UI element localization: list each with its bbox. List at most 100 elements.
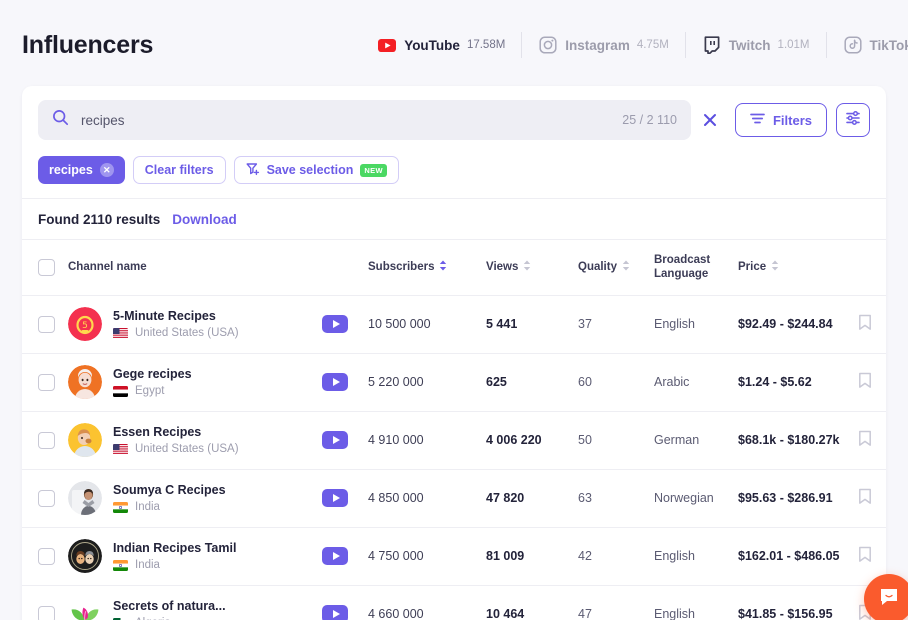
bookmark-icon[interactable]: [858, 488, 886, 508]
column-header-bookmark: [858, 240, 886, 296]
bookmark-cell: [858, 353, 886, 411]
price-cell: $41.85 - $156.95: [738, 585, 858, 620]
table-row[interactable]: Indian Recipes Tamil India 4 750 000 81 …: [22, 527, 886, 585]
bookmark-icon[interactable]: [858, 314, 886, 334]
quality-cell: 47: [578, 585, 654, 620]
svg-text:5: 5: [82, 321, 88, 331]
chat-widget-button[interactable]: [864, 574, 908, 620]
settings-sliders-icon: [845, 110, 861, 131]
column-header-quality[interactable]: Quality: [578, 240, 654, 296]
filters-button[interactable]: Filters: [735, 103, 827, 137]
views-value: 625: [486, 375, 507, 389]
clear-search-button[interactable]: [691, 100, 729, 140]
language-value: English: [654, 549, 695, 563]
tiktok-icon: [843, 35, 863, 55]
subscribers-cell: 5 220 000: [368, 353, 486, 411]
table-row[interactable]: 5 5-Minute Recipes United States (USA): [22, 295, 886, 353]
search-input[interactable]: [81, 113, 610, 128]
channel-name[interactable]: Indian Recipes Tamil: [113, 541, 236, 555]
youtube-play-icon[interactable]: [322, 605, 348, 620]
row-select-cell: [22, 527, 68, 585]
sort-icon[interactable]: [771, 260, 779, 274]
clear-filters-label: Clear filters: [145, 163, 214, 177]
channel-cell: Secrets of natura... Algeria: [68, 585, 322, 620]
youtube-icon: [377, 35, 397, 55]
row-checkbox[interactable]: [38, 374, 55, 391]
channel-name[interactable]: Secrets of natura...: [113, 599, 226, 613]
sort-icon[interactable]: [523, 260, 531, 274]
subscribers-cell: 4 850 000: [368, 469, 486, 527]
channel-cell: Essen Recipes United States (USA): [68, 411, 322, 469]
channel-name[interactable]: Gege recipes: [113, 367, 192, 381]
row-checkbox[interactable]: [38, 548, 55, 565]
clear-filters-button[interactable]: Clear filters: [133, 156, 226, 184]
column-header-views[interactable]: Views: [486, 240, 578, 296]
row-checkbox[interactable]: [38, 606, 55, 620]
channel-name[interactable]: Essen Recipes: [113, 425, 239, 439]
search-icon: [52, 109, 69, 131]
row-select-cell: [22, 411, 68, 469]
subscribers-value: 4 750 000: [368, 549, 424, 563]
youtube-play-icon[interactable]: [322, 315, 348, 333]
youtube-play-icon[interactable]: [322, 431, 348, 449]
bookmark-icon[interactable]: [858, 372, 886, 392]
funnel-plus-icon: [246, 162, 260, 179]
price-cell: $68.1k - $180.27k: [738, 411, 858, 469]
bookmark-icon[interactable]: [858, 546, 886, 566]
youtube-play-icon[interactable]: [322, 373, 348, 391]
column-label: Subscribers: [368, 261, 434, 273]
channel-cell: 5 5-Minute Recipes United States (USA): [68, 295, 322, 353]
youtube-play-icon[interactable]: [322, 489, 348, 507]
table-row[interactable]: Gege recipes Egypt 5 220 000 625 60: [22, 353, 886, 411]
table-row[interactable]: Essen Recipes United States (USA) 4 910 …: [22, 411, 886, 469]
row-checkbox[interactable]: [38, 432, 55, 449]
platform-tab-twitch[interactable]: Twitch 1.01M: [686, 32, 827, 58]
search-box[interactable]: 25 / 2 110: [38, 100, 691, 140]
platform-tab-tiktok[interactable]: TikTok 6.31M: [827, 32, 908, 58]
bookmark-icon[interactable]: [858, 430, 886, 450]
quality-cell: 37: [578, 295, 654, 353]
sort-icon[interactable]: [439, 260, 447, 274]
sort-icon[interactable]: [622, 260, 630, 274]
channel-cell: Soumya C Recipes India: [68, 469, 322, 527]
row-checkbox[interactable]: [38, 490, 55, 507]
channel-name[interactable]: 5-Minute Recipes: [113, 309, 239, 323]
column-label: Quality: [578, 261, 617, 273]
table-row[interactable]: Soumya C Recipes India 4 850 000 47 820: [22, 469, 886, 527]
views-value: 4 006 220: [486, 433, 542, 447]
filter-chip-recipes[interactable]: recipes ✕: [38, 156, 125, 184]
views-value: 10 464: [486, 607, 524, 620]
platform-cell: [322, 411, 368, 469]
platform-cell: [322, 353, 368, 411]
column-header-price[interactable]: Price: [738, 240, 858, 296]
avatar: [68, 481, 102, 515]
column-header-channel-name[interactable]: Channel name: [68, 240, 322, 296]
platform-name: Twitch: [729, 38, 771, 53]
row-checkbox[interactable]: [38, 316, 55, 333]
download-link[interactable]: Download: [172, 212, 237, 227]
save-selection-button[interactable]: Save selection NEW: [234, 156, 399, 184]
filters-button-label: Filters: [773, 113, 812, 128]
row-select-cell: [22, 585, 68, 620]
youtube-play-icon[interactable]: [322, 547, 348, 565]
table-row[interactable]: Secrets of natura... Algeria 4 660 000 1…: [22, 585, 886, 620]
instagram-icon: [538, 35, 558, 55]
platform-tab-instagram[interactable]: Instagram 4.75M: [522, 32, 686, 58]
column-settings-button[interactable]: [836, 103, 870, 137]
quality-cell: 63: [578, 469, 654, 527]
avatar: [68, 597, 102, 620]
column-label: Broadcast Language: [654, 254, 710, 280]
subscribers-cell: 4 910 000: [368, 411, 486, 469]
filter-chip-label: recipes: [49, 163, 93, 177]
bookmark-cell: [858, 469, 886, 527]
language-cell: Arabic: [654, 353, 738, 411]
close-icon[interactable]: ✕: [100, 163, 114, 177]
channel-name[interactable]: Soumya C Recipes: [113, 483, 226, 497]
twitch-icon: [702, 35, 722, 55]
column-header-subscribers[interactable]: Subscribers: [368, 240, 486, 296]
select-all-checkbox[interactable]: [38, 259, 55, 276]
platform-tab-youtube[interactable]: YouTube 17.58M: [377, 32, 522, 58]
quality-value: 37: [578, 317, 592, 331]
quality-value: 42: [578, 549, 592, 563]
platform-cell: [322, 469, 368, 527]
